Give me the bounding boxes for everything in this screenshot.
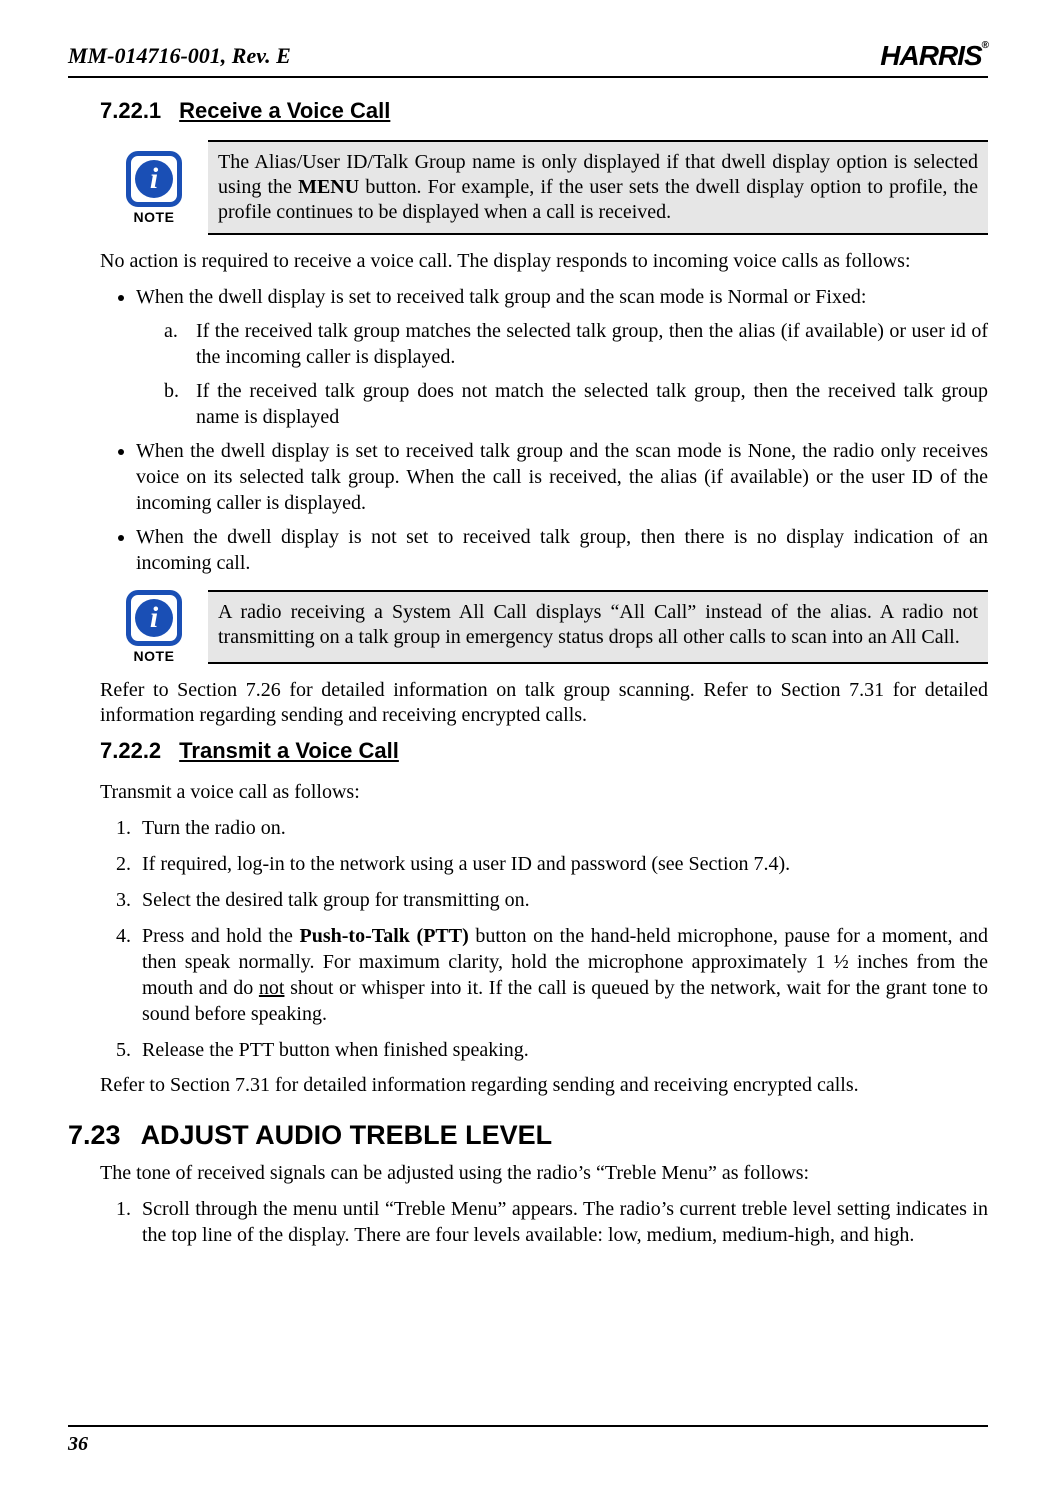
note-box-2: i NOTE A radio receiving a System All Ca… bbox=[118, 590, 988, 664]
step-2: If required, log-in to the network using… bbox=[136, 851, 988, 877]
treble-intro: The tone of received signals can be adju… bbox=[100, 1161, 988, 1186]
heading-title: Transmit a Voice Call bbox=[179, 738, 399, 763]
note-text-bold: MENU bbox=[298, 176, 359, 198]
brand-logo: HARRIS® bbox=[880, 40, 988, 72]
brand-name: HARRIS bbox=[880, 40, 981, 72]
note-box-1: i NOTE The Alias/User ID/Talk Group name… bbox=[118, 140, 988, 235]
note-text: A radio receiving a System All Call disp… bbox=[208, 590, 988, 664]
transmit-intro: Transmit a voice call as follows: bbox=[100, 780, 988, 805]
page-number: 36 bbox=[68, 1433, 988, 1456]
treble-steps: Scroll through the menu until “Treble Me… bbox=[100, 1196, 988, 1248]
note-label: NOTE bbox=[134, 648, 175, 664]
heading-title: ADJUST AUDIO TREBLE LEVEL bbox=[141, 1120, 553, 1150]
transmit-refer: Refer to Section 7.31 for detailed infor… bbox=[100, 1073, 988, 1098]
heading-number: 7.22.1 bbox=[100, 98, 161, 123]
sublist: a. If the received talk group matches th… bbox=[164, 318, 988, 430]
info-glyph: i bbox=[135, 160, 173, 198]
sublist-item-b: b. If the received talk group does not m… bbox=[164, 378, 988, 430]
heading-7-22-2: 7.22.2 Transmit a Voice Call bbox=[100, 738, 988, 764]
info-icon: i bbox=[126, 590, 182, 646]
info-icon: i bbox=[126, 151, 182, 207]
note-text: The Alias/User ID/Talk Group name is onl… bbox=[208, 140, 988, 235]
step-4-bold: Push-to-Talk (PTT) bbox=[300, 925, 469, 947]
note-label: NOTE bbox=[134, 209, 175, 225]
bullet-2: When the dwell display is set to receive… bbox=[136, 438, 988, 516]
bullet-1-text: When the dwell display is set to receive… bbox=[136, 286, 866, 308]
step-3: Select the desired talk group for transm… bbox=[136, 887, 988, 913]
step-1: Turn the radio on. bbox=[136, 815, 988, 841]
bullet-3: When the dwell display is not set to rec… bbox=[136, 524, 988, 576]
refer-paragraph: Refer to Section 7.26 for detailed infor… bbox=[100, 678, 988, 728]
marker-a: a. bbox=[164, 318, 196, 370]
bullet-list: When the dwell display is set to receive… bbox=[100, 284, 988, 576]
bullet-1: When the dwell display is set to receive… bbox=[136, 284, 988, 430]
page-footer: 36 bbox=[68, 1425, 988, 1456]
treble-step-1: Scroll through the menu until “Treble Me… bbox=[136, 1196, 988, 1248]
step-4-pre: Press and hold the bbox=[142, 925, 300, 947]
step-5: Release the PTT button when finished spe… bbox=[136, 1037, 988, 1063]
step-4-under: not bbox=[259, 977, 285, 999]
sublist-item-a: a. If the received talk group matches th… bbox=[164, 318, 988, 370]
main-content: 7.22.1 Receive a Voice Call i NOTE The Al… bbox=[68, 98, 988, 1248]
heading-number: 7.23 bbox=[68, 1120, 121, 1150]
sublist-b-text: If the received talk group does not matc… bbox=[196, 378, 988, 430]
transmit-steps: Turn the radio on. If required, log-in t… bbox=[100, 815, 988, 1063]
step-4: Press and hold the Push-to-Talk (PTT) bu… bbox=[136, 923, 988, 1027]
note-icon-column: i NOTE bbox=[118, 140, 190, 235]
marker-b: b. bbox=[164, 378, 196, 430]
doc-id: MM-014716-001, Rev. E bbox=[68, 43, 291, 69]
info-glyph: i bbox=[135, 599, 173, 637]
trademark-icon: ® bbox=[982, 40, 988, 51]
heading-title: Receive a Voice Call bbox=[179, 98, 390, 123]
heading-7-23: 7.23 ADJUST AUDIO TREBLE LEVEL bbox=[68, 1120, 988, 1151]
heading-7-22-1: 7.22.1 Receive a Voice Call bbox=[100, 98, 988, 124]
page-header: MM-014716-001, Rev. E HARRIS® bbox=[68, 40, 988, 78]
sublist-a-text: If the received talk group matches the s… bbox=[196, 318, 988, 370]
intro-paragraph: No action is required to receive a voice… bbox=[100, 249, 988, 274]
note-icon-column: i NOTE bbox=[118, 590, 190, 664]
heading-number: 7.22.2 bbox=[100, 738, 161, 763]
